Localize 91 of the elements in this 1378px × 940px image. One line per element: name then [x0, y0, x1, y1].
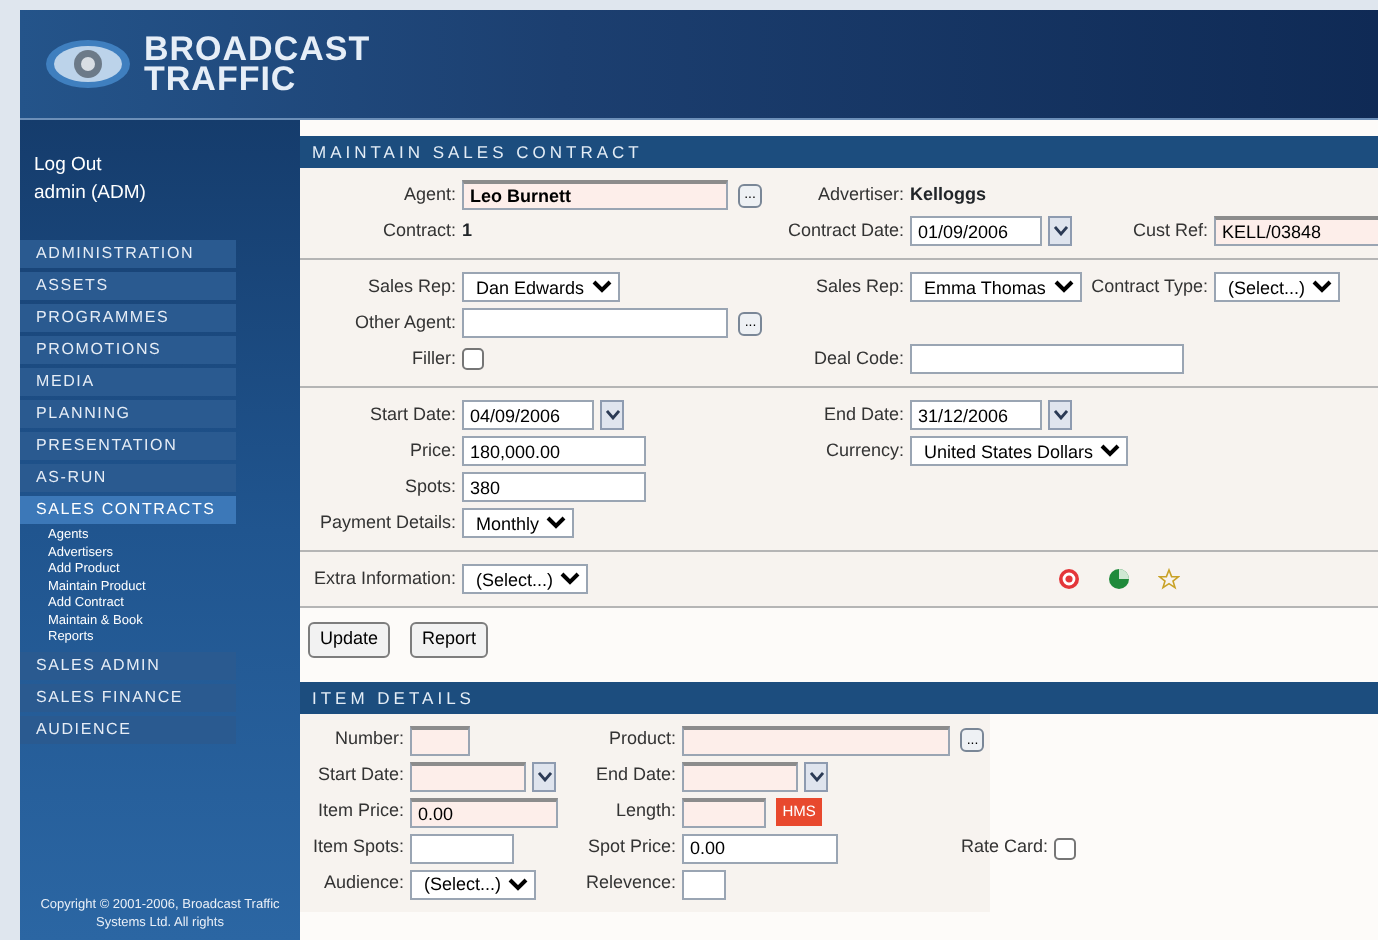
- field-label: Filler:: [410, 345, 456, 372]
- form-button[interactable]: Report: [410, 622, 489, 657]
- menu-item[interactable]: ADMINISTRATION: [20, 240, 236, 268]
- star-icon[interactable]: [1158, 568, 1180, 590]
- dropdown[interactable]: Emma Thomas: [910, 272, 1082, 302]
- caret-icon: [1053, 410, 1067, 420]
- user-link[interactable]: Log Out: [20, 152, 300, 180]
- menu-item[interactable]: SALES CONTRACTS: [20, 496, 236, 524]
- field-label: Price:: [407, 437, 456, 464]
- field-label: Rate Card:: [958, 834, 1048, 861]
- date-dropdown-button[interactable]: [532, 761, 556, 791]
- field-label: Start Date:: [367, 401, 456, 428]
- field-label: Contract Date:: [785, 217, 904, 244]
- caret-icon: [809, 771, 823, 781]
- field-label: End Date:: [821, 401, 904, 428]
- input-field[interactable]: [682, 725, 950, 755]
- menu-item[interactable]: MEDIA: [20, 368, 236, 396]
- date-dropdown-button[interactable]: [1048, 400, 1072, 430]
- eye-logo-icon: [44, 36, 132, 92]
- field-label: Audience:: [321, 870, 404, 897]
- field-label: Length:: [613, 798, 676, 825]
- input-field[interactable]: 0.00: [682, 833, 838, 863]
- input-field[interactable]: 31/12/2006: [910, 400, 1042, 430]
- input-field[interactable]: KELL/03848: [1214, 216, 1378, 246]
- dropdown[interactable]: (Select...): [1214, 272, 1340, 302]
- delete-icon[interactable]: [1058, 568, 1080, 590]
- menu-item[interactable]: ASSETS: [20, 272, 236, 300]
- field-label: Advertiser:: [815, 181, 904, 208]
- input-field[interactable]: [910, 344, 1184, 374]
- input-field[interactable]: [462, 308, 728, 338]
- field-label: Relevence:: [583, 870, 676, 897]
- dropdown[interactable]: (Select...): [410, 869, 536, 899]
- menu-item[interactable]: SALES FINANCE: [20, 683, 236, 711]
- input-field[interactable]: [410, 833, 514, 863]
- menu-item[interactable]: AS-RUN: [20, 464, 236, 492]
- field-label: Cust Ref:: [1130, 217, 1208, 244]
- section-title-bar: MAINTAIN SALES CONTRACT: [300, 136, 1378, 168]
- field-label: Item Spots:: [310, 834, 404, 861]
- input-field[interactable]: 01/09/2006: [910, 216, 1042, 246]
- field-label: Currency:: [823, 437, 904, 464]
- field-label: Extra Information:: [311, 565, 456, 592]
- section-title-bar: ITEM DETAILS: [300, 681, 1378, 713]
- field-label: Contract:: [380, 217, 456, 244]
- field-label: Spots:: [402, 473, 456, 500]
- menu-item[interactable]: SALES ADMIN: [20, 651, 236, 679]
- dropdown[interactable]: United States Dollars: [910, 436, 1128, 466]
- field-label: Spot Price:: [585, 834, 676, 861]
- dropdown[interactable]: Dan Edwards: [462, 272, 620, 302]
- menu-item[interactable]: PRESENTATION: [20, 432, 236, 460]
- date-dropdown-button[interactable]: [804, 761, 828, 791]
- checkbox[interactable]: [462, 348, 484, 370]
- logo-text: BROADCAST TRAFFIC: [144, 34, 371, 94]
- input-field[interactable]: 0.00: [410, 797, 558, 827]
- user-link[interactable]: admin (ADM): [20, 180, 300, 208]
- field-label: Other Agent:: [352, 309, 456, 336]
- field-label: Number:: [332, 726, 404, 753]
- input-field[interactable]: 04/09/2006: [462, 400, 594, 430]
- field-label: Contract Type:: [1089, 273, 1208, 300]
- menu-item[interactable]: PROMOTIONS: [20, 336, 236, 364]
- input-field[interactable]: [410, 725, 470, 755]
- field-label: Sales Rep:: [365, 273, 456, 300]
- menu-item[interactable]: PROGRAMMES: [20, 304, 236, 332]
- input-field[interactable]: 380: [462, 472, 646, 502]
- field-label: Start Date:: [315, 762, 404, 789]
- field-label: End Date:: [593, 762, 676, 789]
- caret-icon: [537, 771, 551, 781]
- pie-chart-icon[interactable]: [1108, 568, 1130, 590]
- checkbox[interactable]: [1054, 837, 1076, 859]
- input-field[interactable]: [410, 761, 526, 791]
- date-dropdown-button[interactable]: [600, 400, 624, 430]
- input-field[interactable]: [682, 797, 766, 827]
- input-field[interactable]: 180,000.00: [462, 436, 646, 466]
- field-label: Agent:: [401, 181, 456, 208]
- field-value: 1: [462, 217, 473, 244]
- field-label: Product:: [606, 726, 676, 753]
- input-field[interactable]: [682, 761, 798, 791]
- field-value: Kelloggs: [910, 181, 987, 208]
- caret-icon: [1053, 226, 1067, 236]
- input-field[interactable]: [682, 869, 726, 899]
- dropdown[interactable]: (Select...): [462, 564, 588, 594]
- field-label: Deal Code:: [811, 345, 904, 372]
- menu-item[interactable]: PLANNING: [20, 400, 236, 428]
- field-label: Payment Details:: [317, 509, 456, 536]
- caret-icon: [605, 410, 619, 420]
- form-button[interactable]: Update: [308, 622, 391, 657]
- dropdown[interactable]: Monthly: [462, 508, 574, 538]
- field-label: Sales Rep:: [813, 273, 904, 300]
- field-label: Item Price:: [315, 798, 404, 825]
- menu-item[interactable]: AUDIENCE: [20, 715, 236, 743]
- input-field[interactable]: Leo Burnett: [462, 180, 728, 210]
- date-dropdown-button[interactable]: [1048, 216, 1072, 246]
